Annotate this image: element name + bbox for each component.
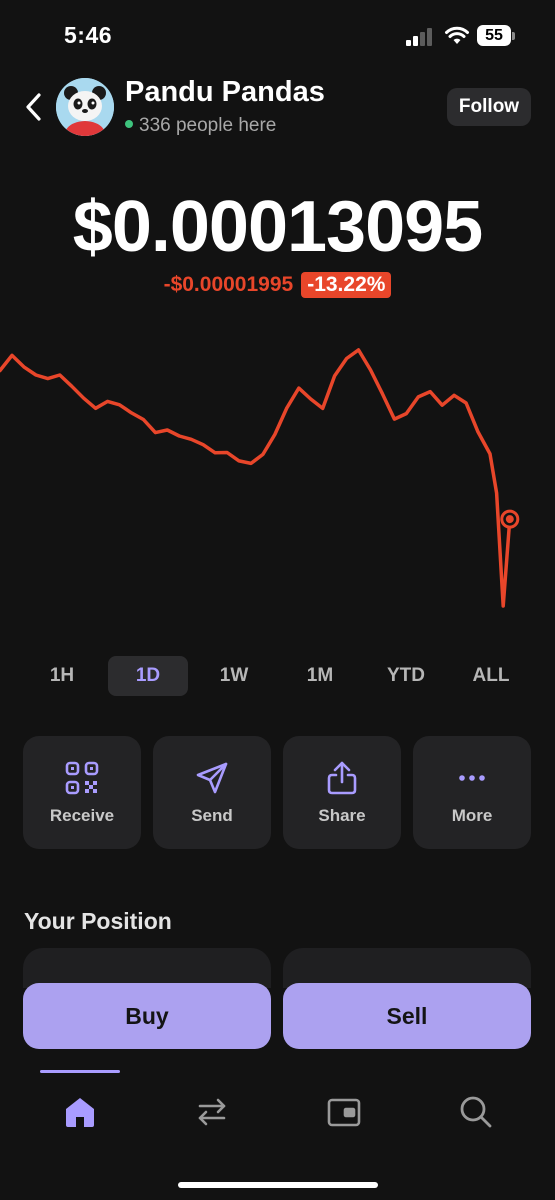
swap-icon[interactable] bbox=[194, 1094, 230, 1130]
status-time: 5:46 bbox=[64, 22, 113, 48]
back-chevron-icon[interactable] bbox=[20, 90, 48, 124]
search-icon[interactable] bbox=[458, 1094, 494, 1130]
range-1w[interactable]: 1W bbox=[194, 656, 274, 696]
avatar bbox=[56, 78, 114, 136]
more-dots-icon bbox=[459, 775, 485, 781]
page-title: Pandu Pandas bbox=[125, 76, 325, 108]
share-label: Share bbox=[318, 806, 366, 825]
share-icon bbox=[327, 761, 357, 795]
price-change-percent-badge: -13.22% bbox=[301, 272, 392, 298]
signal-icon bbox=[406, 28, 434, 46]
range-ytd[interactable]: YTD bbox=[366, 656, 446, 696]
price-change-amount: -$0.00001995 bbox=[163, 273, 294, 296]
range-1h[interactable]: 1H bbox=[22, 656, 102, 696]
battery-icon: 55 bbox=[477, 25, 515, 47]
range-all[interactable]: ALL bbox=[451, 656, 531, 696]
qr-code-icon bbox=[65, 761, 99, 795]
your-position-heading: Your Position bbox=[24, 908, 172, 934]
presence-text: 336 people here bbox=[139, 115, 277, 136]
online-dot-icon bbox=[125, 119, 133, 128]
receive-label: Receive bbox=[49, 806, 115, 825]
follow-button[interactable]: Follow bbox=[447, 88, 531, 126]
position-card[interactable] bbox=[283, 948, 531, 988]
share-button[interactable]: Share bbox=[283, 736, 401, 849]
battery-level: 55 bbox=[477, 25, 511, 46]
presence-status: 336 people here bbox=[125, 115, 276, 137]
price-change: -$0.00001995 -13.22% bbox=[0, 272, 555, 298]
price-value: $0.00013095 bbox=[72, 187, 483, 267]
receive-button[interactable]: Receive bbox=[23, 736, 141, 849]
more-label: More bbox=[451, 806, 493, 825]
more-button[interactable]: More bbox=[413, 736, 531, 849]
send-button[interactable]: Send bbox=[153, 736, 271, 849]
range-1d[interactable]: 1D bbox=[108, 656, 188, 696]
wallet-icon[interactable] bbox=[326, 1094, 362, 1130]
price-chart[interactable] bbox=[0, 330, 555, 620]
range-1m[interactable]: 1M bbox=[280, 656, 360, 696]
wifi-icon bbox=[445, 26, 469, 44]
send-label: Send bbox=[191, 806, 233, 825]
home-indicator bbox=[178, 1182, 378, 1188]
sell-button[interactable]: Sell bbox=[283, 983, 531, 1049]
position-card[interactable] bbox=[23, 948, 271, 988]
buy-button[interactable]: Buy bbox=[23, 983, 271, 1049]
current-price-dot bbox=[505, 515, 514, 524]
price-line bbox=[0, 348, 512, 608]
tab-indicator bbox=[40, 1070, 120, 1073]
send-paper-plane-icon bbox=[196, 762, 228, 794]
home-icon[interactable] bbox=[62, 1094, 98, 1130]
